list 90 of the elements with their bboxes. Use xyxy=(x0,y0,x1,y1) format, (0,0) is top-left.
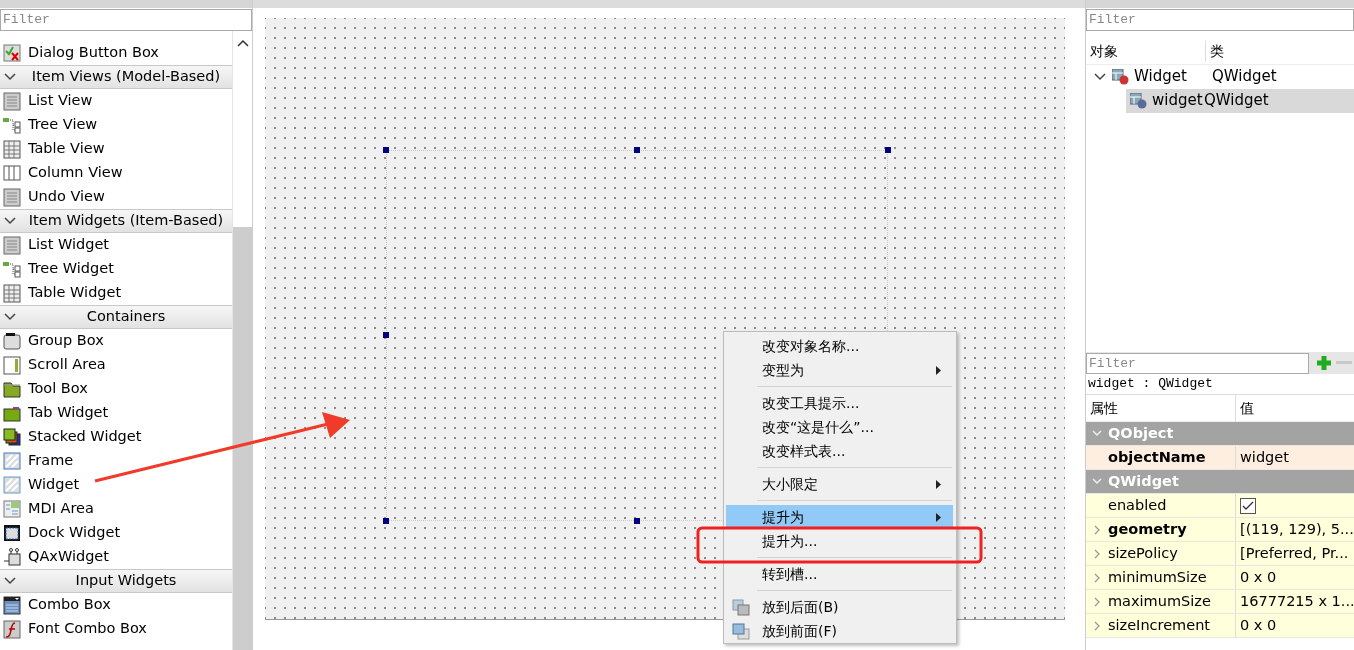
column-header[interactable]: 类 xyxy=(1206,40,1224,62)
property-name: sizePolicy xyxy=(1108,543,1178,563)
menu-item[interactable]: 提升为... xyxy=(726,529,953,553)
dialog-buttons-icon xyxy=(2,42,22,63)
scrollbar-thumb[interactable] xyxy=(233,226,252,650)
checkbox[interactable] xyxy=(1240,497,1256,514)
resize-handle[interactable] xyxy=(383,147,389,153)
list-icon xyxy=(2,90,22,111)
list-icon xyxy=(2,186,22,207)
property-value[interactable]: [Preferred, Pr... xyxy=(1236,542,1349,565)
widget-item[interactable]: QAxWidget xyxy=(28,545,109,568)
widget-item[interactable]: Tool Box xyxy=(28,377,88,400)
tree-row[interactable]: Widget QWidget xyxy=(1086,64,1354,89)
scroll-area-icon xyxy=(2,354,22,375)
stacked-pages-icon xyxy=(2,426,22,447)
column-header[interactable]: 值 xyxy=(1236,397,1254,419)
resize-handle[interactable] xyxy=(634,147,640,153)
object-label: widget : QWidget xyxy=(1088,376,1213,391)
filter-field[interactable]: Filter xyxy=(0,8,252,31)
add-icon[interactable] xyxy=(1315,354,1333,372)
property-value[interactable]: widget xyxy=(1236,446,1289,469)
list-icon xyxy=(2,234,22,255)
widget-item[interactable]: Dialog Button Box xyxy=(28,41,159,64)
menu-item[interactable]: 大小限定 xyxy=(726,472,953,496)
widget-item[interactable]: List View xyxy=(28,89,93,112)
widget-item[interactable]: Table View xyxy=(28,137,105,160)
group-box-icon xyxy=(2,330,22,351)
widget-item[interactable]: Table Widget xyxy=(28,281,122,304)
chevron-icon[interactable] xyxy=(1094,72,1106,81)
resize-handle[interactable] xyxy=(383,332,389,338)
widget-item[interactable]: Scroll Area xyxy=(28,353,106,376)
widget-item[interactable]: Tab Widget xyxy=(28,401,109,424)
widget-icon xyxy=(2,474,22,495)
widget-item[interactable]: Column View xyxy=(28,161,123,184)
menu-item[interactable]: 改变工具提示... xyxy=(726,391,953,415)
property-name: geometry xyxy=(1108,519,1187,539)
menu-item[interactable]: 放到后面(B) xyxy=(726,595,953,619)
widget-item[interactable]: Group Box xyxy=(28,329,104,352)
widget-icon xyxy=(1112,68,1130,85)
property-name: minimumSize xyxy=(1108,567,1207,587)
menu-item[interactable]: 放到前面(F) xyxy=(726,619,953,643)
mdi-area-icon xyxy=(2,498,22,519)
menu-item[interactable]: 转到槽... xyxy=(726,562,953,586)
widget-item[interactable]: Stacked Widget xyxy=(28,425,142,448)
italic-f-icon xyxy=(2,618,22,639)
property-name: objectName xyxy=(1108,447,1206,467)
widget-icon xyxy=(1130,92,1148,109)
column-header[interactable]: 属性 xyxy=(1086,394,1236,422)
filter-field[interactable]: Filter xyxy=(1086,8,1354,31)
table-icon xyxy=(2,282,22,303)
widget-item[interactable]: Font Combo Box xyxy=(28,617,147,640)
widget-item[interactable]: Undo View xyxy=(28,185,105,208)
plug-icon xyxy=(2,546,22,567)
scroll-up-icon[interactable] xyxy=(237,38,249,47)
widget-item[interactable]: Dock Widget xyxy=(28,521,121,544)
widget-item[interactable]: Frame xyxy=(28,449,74,472)
submenu-arrow-icon xyxy=(936,512,941,522)
column-header[interactable]: 对象 xyxy=(1086,40,1206,62)
dock-widget-icon xyxy=(2,522,22,543)
widget-item[interactable]: Widget xyxy=(28,473,80,496)
widget-item[interactable]: Tree Widget xyxy=(28,257,114,280)
menu-item[interactable]: 改变对象名称... xyxy=(726,334,953,358)
submenu-arrow-icon xyxy=(936,365,941,375)
menu-item[interactable]: 改变“这是什么”... xyxy=(726,415,953,439)
widget-item[interactable]: Tree View xyxy=(28,113,98,136)
frame-icon xyxy=(2,450,22,471)
resize-handle[interactable] xyxy=(634,518,640,524)
property-name: sizeIncrement xyxy=(1108,615,1211,635)
filter-field[interactable]: Filter xyxy=(1086,352,1309,374)
widget-item[interactable]: Combo Box xyxy=(28,593,111,616)
columns-icon xyxy=(2,162,22,183)
menu-item[interactable]: 提升为 xyxy=(726,505,953,529)
layers-icon xyxy=(732,599,750,616)
property-value[interactable]: [(119, 129), 5... xyxy=(1236,518,1354,541)
widget-item[interactable]: List Widget xyxy=(28,233,110,256)
submenu-arrow-icon xyxy=(936,479,941,489)
property-name: enabled xyxy=(1108,495,1167,515)
resize-handle[interactable] xyxy=(885,147,891,153)
property-name: maximumSize xyxy=(1108,591,1211,611)
property-value[interactable]: 16777215 x 1... xyxy=(1236,590,1354,613)
table-icon xyxy=(2,138,22,159)
resize-handle[interactable] xyxy=(383,518,389,524)
tree-row[interactable]: widgetQWidget xyxy=(1126,88,1354,113)
combo-box-icon xyxy=(2,594,22,615)
property-value[interactable]: 0 x 0 xyxy=(1236,614,1277,637)
widget-item[interactable]: MDI Area xyxy=(28,497,94,520)
property-value[interactable]: 0 x 0 xyxy=(1236,566,1277,589)
menu-item[interactable]: 改变样式表... xyxy=(726,439,953,463)
menu-item[interactable]: 变型为 xyxy=(726,358,953,382)
layers-icon xyxy=(732,623,750,640)
